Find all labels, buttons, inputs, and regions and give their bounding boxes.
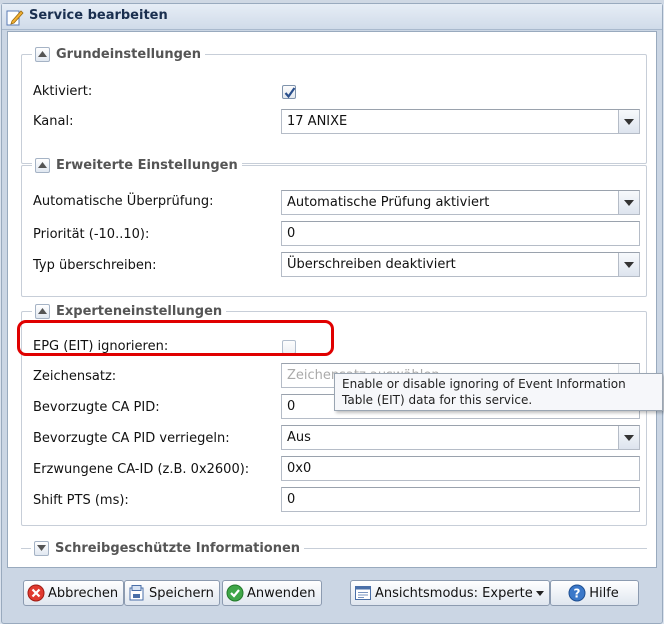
edit-icon	[6, 10, 24, 26]
forcecaid-label: Erzwungene CA-ID (z.B. 0x2600):	[33, 462, 250, 477]
title-bar[interactable]: Service bearbeiten	[2, 4, 662, 30]
shiftpts-input[interactable]: 0	[281, 487, 640, 512]
advanced-settings-title: Erweiterte Einstellungen	[56, 157, 238, 173]
cancel-button[interactable]: Abbrechen	[23, 580, 125, 606]
capid-value: 0	[287, 399, 296, 414]
forcecaid-input[interactable]: 0x0	[281, 456, 640, 481]
svg-text:?: ?	[574, 587, 581, 601]
channel-select[interactable]: 17 ANIXE	[281, 109, 640, 134]
chevron-down-icon[interactable]	[618, 110, 639, 133]
autocheck-select[interactable]: Automatische Prüfung aktiviert	[281, 190, 640, 215]
readonly-info-title: Schreibgeschützte Informationen	[55, 540, 301, 556]
shiftpts-value: 0	[287, 492, 296, 507]
autocheck-label: Automatische Überprüfung:	[33, 194, 214, 209]
advanced-settings-legend: Erweiterte Einstellungen	[32, 156, 242, 174]
typeoverride-label: Typ überschreiben:	[33, 258, 157, 273]
help-label: Hilfe	[589, 585, 619, 601]
expert-settings-title: Experteneinstellungen	[56, 303, 223, 319]
collapse-toggle-icon[interactable]	[35, 46, 50, 62]
capidlock-label: Bevorzugte CA PID verriegeln:	[33, 431, 230, 446]
checkmark-icon	[284, 87, 296, 99]
dialog-window: Service bearbeiten Grundeinstellungen Ak…	[1, 3, 663, 624]
priority-input[interactable]: 0	[281, 221, 640, 246]
chevron-down-icon[interactable]	[618, 253, 639, 276]
priority-value: 0	[287, 226, 296, 241]
autocheck-value: Automatische Prüfung aktiviert	[287, 195, 490, 210]
capidlock-select[interactable]: Aus	[281, 425, 640, 450]
cancel-icon	[27, 584, 45, 602]
caret-down-icon	[535, 590, 544, 596]
typeoverride-value: Überschreiben deaktiviert	[287, 257, 456, 272]
forcecaid-value: 0x0	[287, 461, 312, 476]
capidlock-value: Aus	[287, 430, 311, 445]
channel-value: 17 ANIXE	[287, 114, 348, 129]
cancel-label: Abbrechen	[48, 585, 119, 601]
apply-button[interactable]: Anwenden	[222, 580, 322, 606]
view-mode-icon	[355, 586, 371, 600]
dialog-body: Grundeinstellungen Aktiviert: Kanal: 17 …	[7, 31, 657, 568]
readonly-info-legend: Schreibgeschützte Informationen	[31, 539, 305, 557]
enabled-checkbox[interactable]	[282, 85, 296, 99]
save-icon	[129, 585, 144, 601]
viewmode-label: Ansichtsmodus: Experte	[375, 585, 533, 601]
collapse-toggle-icon[interactable]	[35, 303, 50, 319]
typeoverride-select[interactable]: Überschreiben deaktiviert	[281, 252, 640, 277]
chevron-down-icon[interactable]	[618, 426, 639, 449]
basic-settings-title: Grundeinstellungen	[56, 46, 201, 62]
dialog-title: Service bearbeiten	[29, 8, 168, 23]
channel-label: Kanal:	[33, 114, 74, 129]
epg-highlight-annotation	[17, 320, 334, 356]
collapse-toggle-icon[interactable]	[35, 157, 50, 173]
epg-tooltip: Enable or disable ignoring of Event Info…	[334, 373, 663, 411]
shiftpts-label: Shift PTS (ms):	[33, 493, 129, 508]
save-label: Speichern	[149, 585, 214, 601]
basic-settings-legend: Grundeinstellungen	[32, 45, 205, 63]
help-button[interactable]: ? Hilfe	[550, 580, 639, 606]
charset-label: Zeichensatz:	[33, 369, 117, 384]
capid-label: Bevorzugte CA PID:	[33, 400, 160, 415]
help-icon: ?	[568, 584, 586, 602]
viewmode-button[interactable]: Ansichtsmodus: Experte	[350, 580, 550, 606]
apply-label: Anwenden	[247, 585, 316, 601]
expert-settings-legend: Experteneinstellungen	[32, 302, 227, 320]
priority-label: Priorität (-10..10):	[33, 227, 150, 242]
enabled-label: Aktiviert:	[33, 84, 93, 99]
chevron-down-icon[interactable]	[618, 191, 639, 214]
check-circle-icon	[226, 584, 244, 602]
expand-toggle-icon[interactable]	[34, 540, 49, 556]
save-button[interactable]: Speichern	[124, 580, 220, 606]
